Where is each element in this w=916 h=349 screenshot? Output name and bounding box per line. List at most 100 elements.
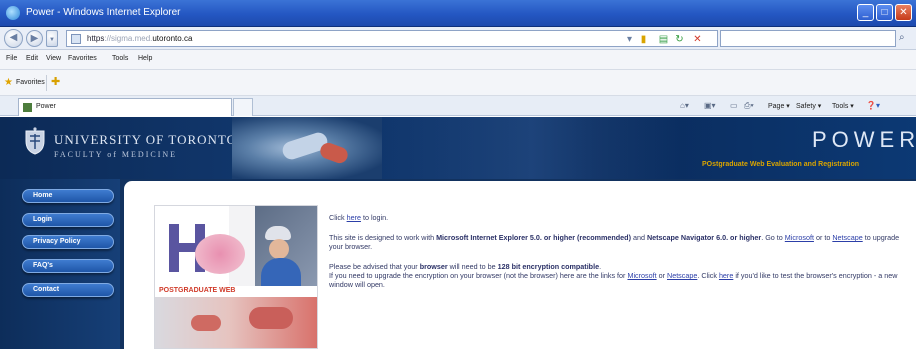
tab-bar: Power ⌂▾ ▣▾ ▭ ⎙▾ Page ▾ Safety ▾ Tools ▾… <box>0 96 916 116</box>
maximize-button[interactable]: □ <box>876 4 893 21</box>
nav-privacy-label: Privacy Policy <box>33 238 81 245</box>
new-tab-button[interactable] <box>233 98 253 116</box>
netscape-encryption-link[interactable]: Netscape <box>667 271 697 280</box>
login-paragraph: Click here to login. <box>329 213 909 222</box>
browser-requirements-paragraph: This site is designed to work with Micro… <box>329 233 909 251</box>
browser-emphasis: browser <box>419 262 448 271</box>
encryption-requirement: 128 bit encryption compatible <box>497 262 600 271</box>
login-link[interactable]: here <box>347 213 361 222</box>
login-info-text: Click here to login. This site is design… <box>329 213 909 300</box>
text-segment: Please be advised that your <box>329 262 420 271</box>
hand-shape-a <box>191 315 221 331</box>
home-icon[interactable]: ⌂▾ <box>680 101 689 110</box>
faculty-name: FACULTY of MEDICINE <box>54 150 178 159</box>
text-segment: If you need to upgrade the encryption on… <box>329 271 628 280</box>
nav-faqs-label: FAQ's <box>33 262 53 269</box>
search-icon[interactable]: ⌕ <box>899 31 913 45</box>
left-navigation: Home Login Privacy Policy FAQ's Contact <box>0 179 120 349</box>
tab-label: Power <box>36 103 56 110</box>
browser-window: Power - Windows Internet Explorer _ □ ✕ … <box>0 0 916 349</box>
search-input[interactable] <box>720 30 896 47</box>
nav-contact[interactable]: Contact <box>22 283 114 297</box>
url-scheme: https <box>87 34 105 43</box>
text-segment: Click <box>329 213 347 222</box>
text-segment: and <box>630 233 647 242</box>
lock-icon[interactable]: ▮ <box>637 33 650 46</box>
menu-tools[interactable]: Tools <box>112 55 128 62</box>
menu-favorites[interactable]: Favorites <box>68 55 97 62</box>
back-arrow-icon: ◀ <box>9 32 18 43</box>
page-content: UNIVERSITY OF TORONTO FACULTY of MEDICIN… <box>0 117 916 349</box>
header-light-band <box>382 117 682 179</box>
medical-photo-collage: POSTGRADUATE WEB <box>154 205 318 349</box>
chevron-down-icon: ▼ <box>49 37 55 43</box>
nav-privacy-policy[interactable]: Privacy Policy <box>22 235 114 249</box>
address-bar: ◀ ▶ ▼ https://sigma.med.utoronto.ca ▾ ▮ … <box>0 27 916 50</box>
ie-requirement: Microsoft Internet Explorer 5.0. or high… <box>436 233 631 242</box>
nav-home-label: Home <box>33 192 53 199</box>
microsoft-upgrade-link[interactable]: Microsoft <box>785 233 814 242</box>
url-text: https://sigma.med.utoronto.ca <box>87 34 192 43</box>
recent-pages-button[interactable]: ▼ <box>46 30 58 47</box>
compatibility-icon[interactable]: ▤ <box>657 33 670 46</box>
gloved-hands-photo <box>155 297 317 348</box>
close-button[interactable]: ✕ <box>895 4 912 21</box>
text-segment: or <box>656 271 667 280</box>
microsoft-encryption-link[interactable]: Microsoft <box>627 271 656 280</box>
nav-home[interactable]: Home <box>22 189 114 203</box>
favorites-button[interactable]: Favorites <box>16 79 45 86</box>
tab-favicon <box>23 103 32 112</box>
text-segment: or to <box>813 233 833 242</box>
url-field[interactable]: https://sigma.med.utoronto.ca ▾ ▮ ▤ ↻ ✕ <box>66 30 718 47</box>
favorites-star-icon[interactable]: ★ <box>4 77 13 88</box>
feeds-icon[interactable]: ▣▾ <box>704 101 716 110</box>
back-button[interactable]: ◀ <box>4 29 23 48</box>
page-menu[interactable]: Page ▾ <box>768 102 790 110</box>
nav-login-label: Login <box>33 216 53 223</box>
forward-arrow-icon: ▶ <box>30 33 39 44</box>
menu-help[interactable]: Help <box>138 55 152 62</box>
text-segment: . Go to <box>761 233 785 242</box>
favorites-bar: ★ Favorites ✚ <box>0 70 916 96</box>
menu-edit[interactable]: Edit <box>26 55 38 62</box>
surgeon-face <box>269 239 289 259</box>
stop-icon[interactable]: ✕ <box>691 33 704 46</box>
power-subtitle: POstgraduate Web Evaluation and Registra… <box>702 161 860 168</box>
minimize-button[interactable]: _ <box>857 4 874 21</box>
help-icon[interactable]: ❓▾ <box>866 101 880 110</box>
url-domain: utoronto.ca <box>152 34 193 43</box>
nav-faqs[interactable]: FAQ's <box>22 259 114 273</box>
netscape-upgrade-link[interactable]: Netscape <box>832 233 862 242</box>
encryption-paragraph: Please be advised that your browser will… <box>329 262 909 289</box>
tool-shape <box>318 140 350 166</box>
tab-power[interactable]: Power <box>18 98 232 116</box>
power-logo: POWER <box>812 127 916 152</box>
forward-button[interactable]: ▶ <box>26 30 43 47</box>
text-segment: to login. <box>360 213 389 222</box>
text-segment: This site is designed to work with <box>329 233 437 242</box>
menu-view[interactable]: View <box>46 55 61 62</box>
text-segment: . <box>599 262 602 271</box>
refresh-icon[interactable]: ↻ <box>673 33 686 46</box>
flower-tile <box>195 234 245 274</box>
print-icon[interactable]: ⎙▾ <box>744 101 754 111</box>
safety-menu[interactable]: Safety ▾ <box>796 102 821 110</box>
collage-caption: POSTGRADUATE WEB <box>155 286 317 297</box>
window-title: Power - Windows Internet Explorer <box>26 7 181 18</box>
main-panel: POSTGRADUATE WEB Click here to login. Th… <box>124 181 916 349</box>
university-crest-icon <box>25 127 45 155</box>
test-encryption-link[interactable]: here <box>719 271 733 280</box>
netscape-requirement: Netscape Navigator 6.0. or higher <box>646 233 762 242</box>
page-icon <box>71 34 81 44</box>
dropdown-icon[interactable]: ▾ <box>623 33 636 46</box>
menu-file[interactable]: File <box>6 55 17 62</box>
tools-menu[interactable]: Tools ▾ <box>832 102 854 110</box>
hand-shape-b <box>249 307 293 329</box>
menu-bar: File Edit View Favorites Tools Help <box>0 50 916 70</box>
text-segment: will need to be <box>447 262 498 271</box>
nav-login[interactable]: Login <box>22 213 114 227</box>
read-mail-icon[interactable]: ▭ <box>730 101 738 110</box>
site-header: UNIVERSITY OF TORONTO FACULTY of MEDICIN… <box>0 117 916 179</box>
toolbar-separator <box>46 75 47 91</box>
add-favorite-icon[interactable]: ✚ <box>51 75 60 88</box>
